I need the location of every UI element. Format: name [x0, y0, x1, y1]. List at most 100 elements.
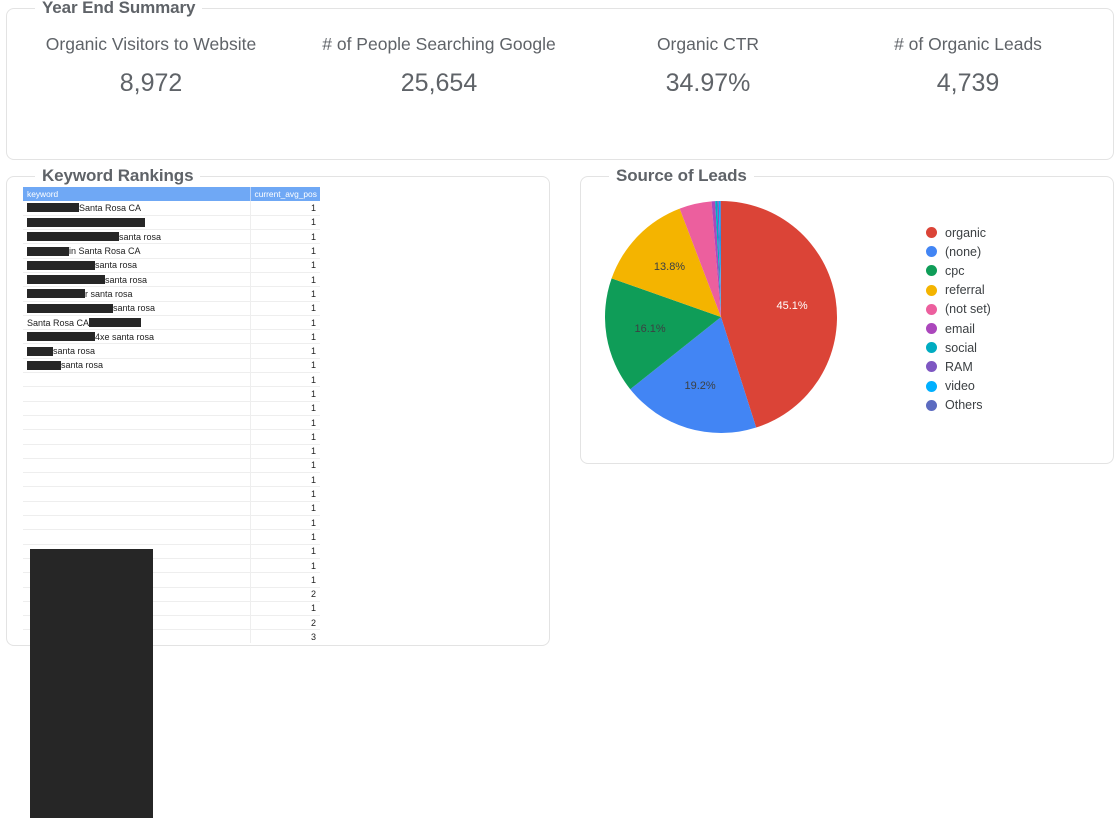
cell-current-avg-pos: 1	[250, 544, 320, 559]
legend-label: cpc	[945, 263, 965, 278]
scorecard-label: # of Organic Leads	[894, 34, 1042, 54]
table-row[interactable]: 1	[23, 415, 320, 431]
scorecard-value: 4,739	[936, 69, 1000, 97]
cell-keyword: santa rosa	[23, 358, 251, 374]
table-row[interactable]: 1	[23, 215, 320, 231]
cell-current-avg-pos: 1	[250, 401, 320, 416]
table-row[interactable]: santa rosa 1	[23, 272, 320, 288]
redacted-text	[27, 289, 85, 299]
legend-swatch-icon	[926, 303, 937, 315]
table-row[interactable]: 1	[23, 486, 320, 502]
redacted-text	[27, 260, 95, 270]
column-header-keyword[interactable]: keyword	[23, 187, 251, 201]
cell-keyword: Santa Rosa CA	[23, 201, 251, 216]
legend-item-others[interactable]: Others	[926, 396, 991, 415]
cell-keyword	[23, 415, 251, 431]
scorecard-row: Organic Visitors to Website 8,972 # of P…	[7, 33, 1113, 133]
legend-label: email	[945, 321, 975, 336]
table-row[interactable]: 4xe santa rosa 1	[23, 329, 320, 345]
scorecard-organic-leads: # of Organic Leads 4,739	[833, 33, 1103, 133]
keyword-text: Santa Rosa CA	[79, 202, 142, 213]
cell-keyword	[23, 429, 251, 445]
cell-current-avg-pos: 1	[250, 315, 320, 331]
cell-keyword	[23, 386, 251, 402]
table-row[interactable]: santa rosa 1	[23, 301, 320, 316]
legend-swatch-icon	[926, 265, 937, 277]
redacted-text	[27, 203, 79, 213]
cell-keyword: santa rosa	[23, 258, 251, 273]
keyword-text: r santa rosa	[85, 288, 133, 299]
redacted-text	[89, 318, 142, 328]
pie-chart-svg	[605, 201, 837, 433]
table-row[interactable]: 1	[23, 386, 320, 402]
table-row[interactable]: santa rosa 1	[23, 258, 320, 273]
table-row[interactable]: 1	[23, 515, 320, 531]
cell-current-avg-pos: 1	[250, 415, 320, 431]
scorecard-people-searching-google: # of People Searching Google 25,654	[295, 33, 583, 133]
table-row[interactable]: 1	[23, 429, 320, 445]
redacted-text	[27, 303, 113, 313]
table-row[interactable]: in Santa Rosa CA 1	[23, 243, 320, 259]
legend-item-organic[interactable]: organic	[926, 223, 991, 242]
keyword-text: santa rosa	[119, 231, 162, 242]
table-row[interactable]: 1	[23, 372, 320, 388]
redacted-text	[27, 217, 145, 227]
table-row[interactable]: santa rosa 1	[23, 358, 320, 374]
cell-current-avg-pos: 1	[250, 515, 320, 531]
column-header-current-avg-pos[interactable]: current_avg_pos	[250, 187, 320, 201]
legend-item-notset[interactable]: (not set)	[926, 300, 991, 319]
keyword-text: santa rosa	[113, 303, 156, 314]
cell-keyword: 4xe santa rosa	[23, 329, 251, 345]
table-row[interactable]: 1	[23, 458, 320, 474]
legend-item-social[interactable]: social	[926, 338, 991, 357]
table-row[interactable]: r santa rosa 1	[23, 286, 320, 302]
table-row[interactable]: 1	[23, 444, 320, 459]
keyword-text: Santa Rosa CA	[27, 317, 90, 328]
pie-chart[interactable]: 45.1% 19.2% 16.1% 13.8%	[605, 191, 855, 443]
cell-current-avg-pos: 1	[250, 529, 320, 545]
cell-current-avg-pos: 1	[250, 301, 320, 316]
legend-item-none[interactable]: (none)	[926, 242, 991, 261]
cell-current-avg-pos: 1	[250, 229, 320, 245]
legend-label: social	[945, 340, 977, 355]
legend-item-cpc[interactable]: cpc	[926, 261, 991, 280]
table-row[interactable]: 1	[23, 401, 320, 416]
legend-swatch-icon	[926, 361, 937, 373]
cell-keyword: santa rosa	[23, 229, 251, 245]
scorecard-value: 25,654	[400, 69, 478, 97]
source-of-leads-card: Source of Leads 45.1% 19.2% 16.1% 13.8% org…	[580, 166, 1114, 464]
cell-keyword	[23, 458, 251, 474]
legend-item-ram[interactable]: RAM	[926, 357, 991, 376]
cell-current-avg-pos: 1	[250, 372, 320, 388]
cell-keyword	[23, 444, 251, 459]
table-row[interactable]: Santa Rosa CA 1	[23, 315, 320, 331]
legend-label: video	[945, 379, 975, 394]
legend-label: (none)	[945, 244, 982, 259]
legend-item-video[interactable]: video	[926, 377, 991, 396]
redacted-text	[27, 246, 69, 256]
table-row[interactable]: 1	[23, 472, 320, 488]
redacted-text	[27, 360, 61, 370]
cell-current-avg-pos: 1	[250, 458, 320, 474]
cell-current-avg-pos: 1	[250, 329, 320, 345]
legend-item-referral[interactable]: referral	[926, 281, 991, 300]
scorecard-organic-visitors: Organic Visitors to Website 8,972	[7, 33, 295, 133]
table-row[interactable]: Santa Rosa CA 1	[23, 201, 320, 216]
table-row[interactable]: santa rosa 1	[23, 229, 320, 245]
cell-current-avg-pos: 1	[250, 286, 320, 302]
keyword-text: santa rosa	[95, 260, 138, 271]
cell-keyword: r santa rosa	[23, 286, 251, 302]
table-row[interactable]: santa rosa 1	[23, 343, 320, 359]
cell-current-avg-pos: 1	[250, 258, 320, 273]
legend-swatch-icon	[926, 399, 937, 411]
cell-current-avg-pos: 1	[250, 429, 320, 445]
cell-current-avg-pos: 1	[250, 243, 320, 259]
legend-item-email[interactable]: email	[926, 319, 991, 338]
legend-label: RAM	[945, 359, 973, 374]
table-row[interactable]: 1	[23, 529, 320, 545]
cell-keyword: in Santa Rosa CA	[23, 243, 251, 259]
scorecard-label: Organic CTR	[656, 34, 760, 54]
table-row[interactable]: 1	[23, 501, 320, 517]
cell-current-avg-pos: 1	[250, 358, 320, 374]
keyword-text: santa rosa	[105, 274, 148, 285]
